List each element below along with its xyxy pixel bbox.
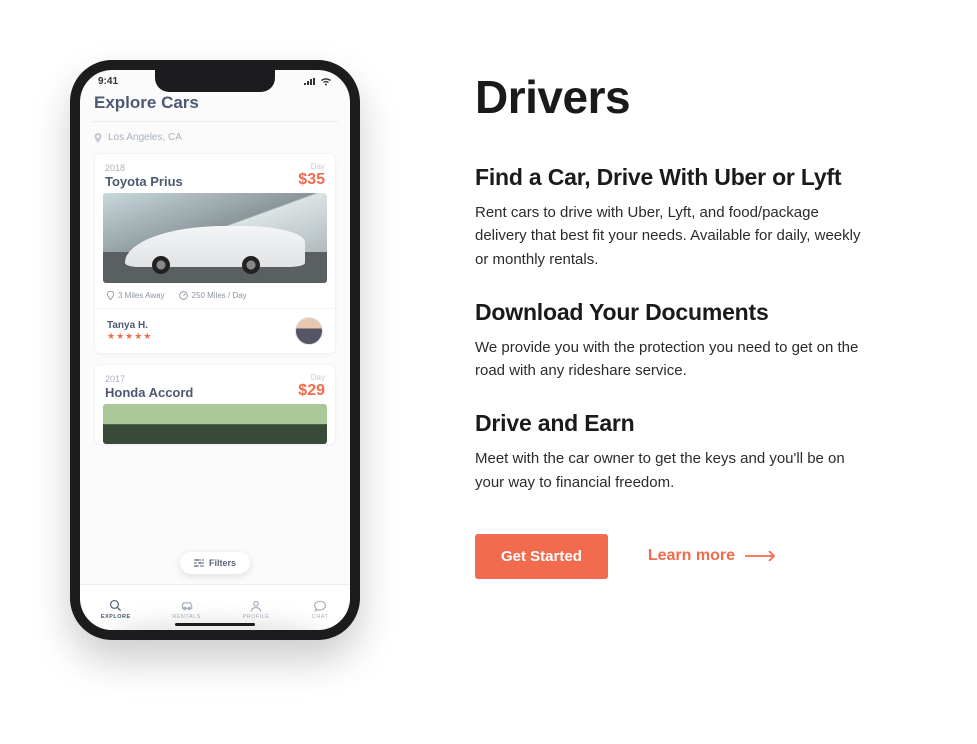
tab-profile[interactable]: Profile	[242, 599, 269, 620]
phone-screen: 9:41 Explore Cars Los Angeles, CA 2018	[80, 70, 350, 630]
chat-icon	[311, 599, 329, 613]
pin-icon	[94, 133, 102, 143]
car-image	[103, 193, 327, 283]
car-year: 2017	[105, 374, 193, 384]
phone-notch	[155, 70, 275, 92]
content-column: Drivers Find a Car, Drive With Uber or L…	[430, 0, 977, 744]
car-price: $35	[298, 171, 325, 189]
feature-section-1: Find a Car, Drive With Uber or Lyft Rent…	[475, 164, 937, 271]
divider	[92, 121, 338, 122]
actions-row: Get Started Learn more	[475, 534, 937, 579]
phone-mockup-column: 9:41 Explore Cars Los Angeles, CA 2018	[0, 0, 430, 744]
section-body: Meet with the car owner to get the keys …	[475, 447, 865, 494]
location-row[interactable]: Los Angeles, CA	[94, 132, 336, 143]
user-icon	[247, 599, 265, 613]
app-content: Explore Cars Los Angeles, CA 2018 Toyota…	[80, 87, 350, 445]
owner-name: Tanya H.	[107, 320, 152, 331]
owner-row: Tanya H. ★★★★★	[95, 308, 335, 353]
car-icon	[178, 599, 196, 613]
pin-icon	[107, 291, 114, 300]
arrow-right-icon	[745, 550, 777, 562]
phone-frame: 9:41 Explore Cars Los Angeles, CA 2018	[70, 60, 360, 640]
filters-button[interactable]: Filters	[180, 552, 250, 574]
sliders-icon	[194, 559, 204, 567]
car-model: Toyota Prius	[105, 174, 183, 189]
car-meta-row: 3 Miles Away 250 Miles / Day	[95, 283, 335, 308]
tab-rentals[interactable]: Rentals	[172, 599, 200, 620]
tab-bar: Explore Rentals Profile Chat	[80, 584, 350, 630]
tab-label: Chat	[312, 614, 329, 620]
feature-section-3: Drive and Earn Meet with the car owner t…	[475, 410, 937, 494]
learn-more-text: Learn more	[648, 547, 735, 565]
home-indicator	[175, 623, 255, 626]
page-title: Explore Cars	[94, 93, 336, 113]
filters-label: Filters	[209, 558, 236, 568]
price-period-label: Day	[298, 162, 325, 171]
card-header: 2017 Honda Accord Day $29	[95, 365, 335, 404]
learn-more-link[interactable]: Learn more	[648, 547, 777, 565]
status-signal-icons	[304, 78, 332, 86]
owner-avatar	[295, 317, 323, 345]
section-title: Find a Car, Drive With Uber or Lyft	[475, 164, 937, 191]
distance-away: 3 Miles Away	[107, 291, 165, 300]
section-body: Rent cars to drive with Uber, Lyft, and …	[475, 201, 865, 271]
gauge-icon	[179, 291, 188, 300]
location-text: Los Angeles, CA	[108, 132, 182, 143]
tab-chat[interactable]: Chat	[311, 599, 329, 620]
price-period-label: Day	[298, 373, 325, 382]
section-title: Drive and Earn	[475, 410, 937, 437]
mile-allowance: 250 Miles / Day	[179, 291, 247, 300]
owner-rating: ★★★★★	[107, 331, 152, 342]
feature-section-2: Download Your Documents We provide you w…	[475, 299, 937, 383]
tab-label: Rentals	[172, 614, 200, 620]
car-image	[103, 404, 327, 444]
section-title: Download Your Documents	[475, 299, 937, 326]
car-card-1[interactable]: 2018 Toyota Prius Day $35	[94, 153, 336, 354]
get-started-button[interactable]: Get Started	[475, 534, 608, 579]
main-heading: Drivers	[475, 70, 937, 124]
car-price: $29	[298, 382, 325, 400]
tab-label: Explore	[101, 614, 131, 620]
search-icon	[107, 599, 125, 613]
car-year: 2018	[105, 163, 183, 173]
section-body: We provide you with the protection you n…	[475, 336, 865, 383]
card-header: 2018 Toyota Prius Day $35	[95, 154, 335, 193]
tab-explore[interactable]: Explore	[101, 599, 131, 620]
car-model: Honda Accord	[105, 385, 193, 400]
car-card-2[interactable]: 2017 Honda Accord Day $29	[94, 364, 336, 445]
tab-label: Profile	[242, 614, 269, 620]
status-time: 9:41	[98, 76, 118, 87]
